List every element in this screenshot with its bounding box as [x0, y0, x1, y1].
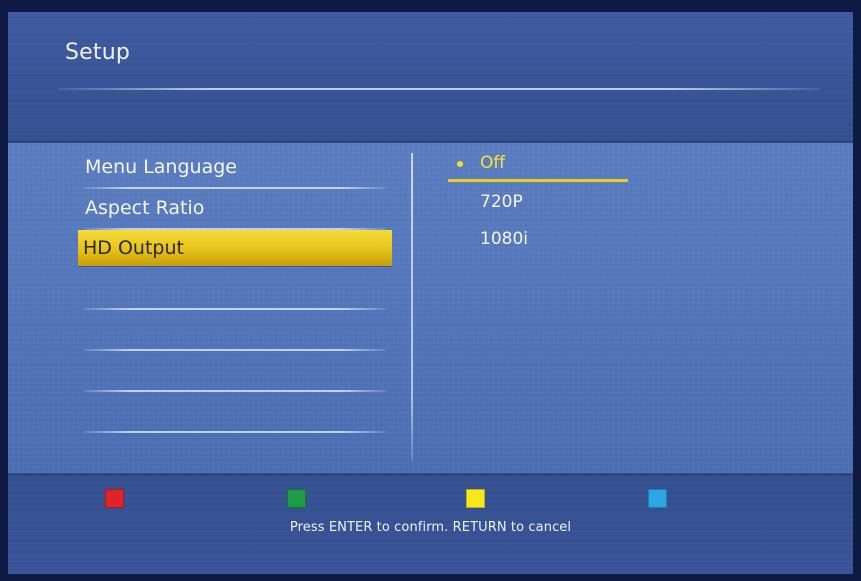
selected-bullet-icon — [457, 161, 463, 167]
menu-divider-empty — [84, 308, 386, 310]
header-divider — [58, 88, 820, 90]
settings-panel: Menu Language Aspect Ratio HD Output Off… — [8, 140, 853, 476]
tv-screen: Setup Menu Language Aspect Ratio HD Outp… — [8, 12, 853, 574]
page-title: Setup — [65, 40, 131, 65]
menu-item-hd-output[interactable]: HD Output — [78, 230, 392, 266]
menu-item-aspect-ratio[interactable]: Aspect Ratio — [80, 190, 392, 226]
option-1080i[interactable]: 1080i — [480, 225, 528, 253]
header-bar: Setup — [8, 12, 853, 140]
menu-divider-empty — [84, 390, 386, 392]
green-key-icon[interactable] — [287, 489, 306, 508]
menu-item-menu-language[interactable]: Menu Language — [80, 149, 392, 185]
menu-divider-empty — [84, 349, 386, 351]
column-separator — [411, 153, 413, 461]
menu-divider-empty — [84, 431, 386, 433]
footer-hint: Press ENTER to confirm. RETURN to cancel — [289, 520, 572, 535]
option-underline — [448, 179, 628, 182]
yellow-key-icon[interactable] — [466, 489, 485, 508]
menu-divider — [84, 187, 386, 189]
red-key-icon[interactable] — [105, 489, 124, 508]
option-off[interactable]: Off — [480, 149, 505, 177]
blue-key-icon[interactable] — [648, 489, 667, 508]
option-720p[interactable]: 720P — [480, 188, 523, 216]
footer-bar: Press ENTER to confirm. RETURN to cancel — [8, 476, 853, 574]
